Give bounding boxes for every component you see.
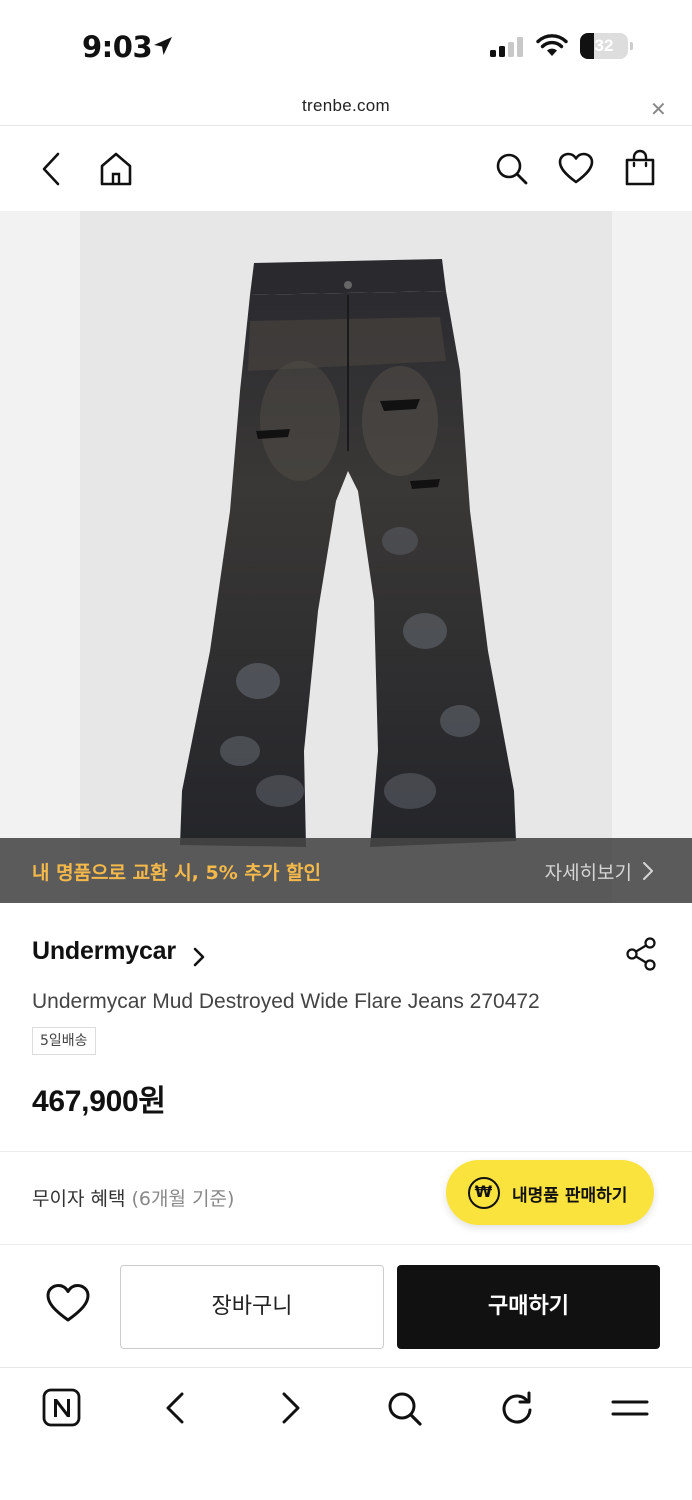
url-text[interactable]: trenbe.com	[0, 96, 692, 116]
promo-banner[interactable]: 내 명품으로 교환 시, 5% 추가 할인 자세히보기	[0, 838, 692, 903]
sell-button-label: 내명품 판매하기	[512, 1186, 628, 1206]
promo-details-link[interactable]: 자세히보기	[545, 858, 632, 885]
browser-toolbar	[0, 1367, 692, 1500]
menu-icon[interactable]	[610, 1388, 650, 1428]
heart-icon[interactable]	[557, 149, 595, 189]
back-arrow-icon[interactable]	[162, 1388, 188, 1428]
battery-icon: 32	[580, 33, 633, 59]
search-icon[interactable]	[386, 1388, 424, 1428]
status-time: 9:03	[82, 30, 153, 64]
won-coin-icon: ₩	[468, 1177, 500, 1209]
interest-free-label: 무이자 혜택	[32, 1188, 126, 1210]
price: 467,900원	[32, 1085, 166, 1118]
status-bar: 9:03 32	[0, 0, 692, 92]
wishlist-heart-icon[interactable]	[44, 1281, 92, 1325]
close-icon[interactable]: ✕	[650, 97, 667, 121]
location-arrow-icon	[154, 37, 172, 55]
promo-text: 내 명품으로 교환 시, 5% 추가 할인	[32, 862, 321, 884]
brand-link[interactable]: Undermycar	[32, 937, 205, 973]
buy-now-button[interactable]: 구매하기	[397, 1265, 660, 1349]
divider	[0, 1151, 692, 1152]
search-icon[interactable]	[494, 149, 530, 189]
interest-free-benefit[interactable]: 무이자 혜택 (6개월 기준)	[32, 1184, 234, 1211]
signal-icon	[490, 37, 523, 57]
chevron-right-icon	[193, 947, 205, 967]
home-icon[interactable]	[98, 149, 134, 189]
nav-bar	[0, 127, 692, 211]
purchase-action-bar: 장바구니 구매하기	[0, 1245, 692, 1367]
forward-arrow-icon[interactable]	[278, 1388, 304, 1428]
brand-name[interactable]: Undermycar	[32, 937, 176, 965]
naver-icon[interactable]	[42, 1388, 82, 1428]
back-icon[interactable]	[36, 149, 68, 189]
won-glyph: ₩	[474, 1182, 493, 1201]
sell-my-luxury-button[interactable]: ₩ 내명품 판매하기	[446, 1160, 654, 1225]
url-bar[interactable]: trenbe.com ✕	[0, 92, 692, 126]
product-title: Undermycar Mud Destroyed Wide Flare Jean…	[32, 990, 540, 1013]
chevron-right-icon	[643, 862, 653, 880]
add-to-cart-button[interactable]: 장바구니	[120, 1265, 384, 1349]
wifi-icon	[536, 34, 568, 56]
shopping-bag-icon[interactable]	[622, 149, 658, 189]
battery-level: 32	[594, 36, 614, 55]
refresh-icon[interactable]	[498, 1388, 536, 1428]
product-image[interactable]	[0, 211, 692, 903]
jeans-photo	[180, 259, 516, 847]
interest-free-sub: (6개월 기준)	[131, 1188, 235, 1210]
shipping-badge: 5일배송	[32, 1027, 96, 1055]
share-icon[interactable]	[624, 936, 658, 972]
